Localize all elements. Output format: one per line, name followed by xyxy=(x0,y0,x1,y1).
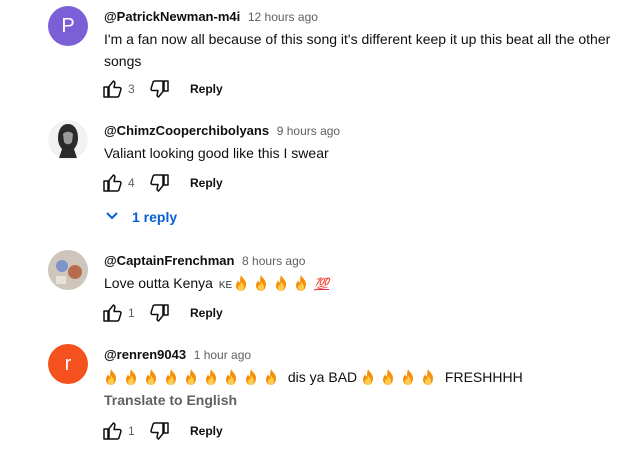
comment-timestamp[interactable]: 12 hours ago xyxy=(248,10,318,24)
fire-emoji xyxy=(274,275,288,291)
thumb-up-icon[interactable] xyxy=(100,171,124,195)
comment-header: @CaptainFrenchman 8 hours ago xyxy=(104,253,305,268)
comment-author[interactable]: @ChimzCooperchibolyans xyxy=(104,123,269,138)
thumb-down-icon[interactable] xyxy=(148,77,172,101)
comment-timestamp[interactable]: 8 hours ago xyxy=(242,254,305,268)
thumb-down-icon[interactable] xyxy=(148,301,172,325)
comment-author[interactable]: @renren9043 xyxy=(104,347,186,362)
comment-text: Valiant looking good like this I swear xyxy=(104,145,329,161)
fire-emoji xyxy=(254,275,268,291)
reply-button[interactable]: Reply xyxy=(190,306,223,320)
comment-text-prefix: Love outta Kenya xyxy=(104,275,213,291)
thumb-down-icon[interactable] xyxy=(148,419,172,443)
fire-emoji xyxy=(294,275,308,291)
comment-header: @renren9043 1 hour ago xyxy=(104,347,251,362)
fire-emoji xyxy=(104,369,118,385)
comment-actions: 1 Reply xyxy=(100,301,223,325)
comment-actions: 1 Reply xyxy=(100,419,223,443)
fire-emoji xyxy=(244,369,258,385)
fire-emoji xyxy=(144,369,158,385)
comment-author[interactable]: @CaptainFrenchman xyxy=(104,253,234,268)
comment-header: @PatrickNewman-m4i 12 hours ago xyxy=(104,9,318,24)
comment-text: Love outta Kenya KE 💯 xyxy=(104,272,614,297)
chevron-down-icon xyxy=(104,207,120,226)
fire-emoji xyxy=(224,369,238,385)
hundred-emoji: 💯 xyxy=(314,277,330,291)
view-replies-button[interactable]: 1 reply xyxy=(104,207,177,226)
thumb-up-icon[interactable] xyxy=(100,77,124,101)
avatar[interactable]: r xyxy=(48,344,88,384)
fire-emoji xyxy=(381,369,395,385)
fire-emoji xyxy=(264,369,278,385)
comment-text-end: FRESHHHH xyxy=(444,369,523,385)
like-count: 1 xyxy=(128,424,135,438)
fire-emoji xyxy=(401,369,415,385)
like-count: 4 xyxy=(128,176,135,190)
comment-text: dis ya BAD FRESHHHH xyxy=(104,366,614,388)
fire-emoji xyxy=(361,369,375,385)
fire-emoji xyxy=(421,369,435,385)
fire-emoji xyxy=(204,369,218,385)
comment-actions: 4 Reply xyxy=(100,171,223,195)
like-count: 1 xyxy=(128,306,135,320)
reply-button[interactable]: Reply xyxy=(190,424,223,438)
fire-emoji xyxy=(164,369,178,385)
fire-emoji xyxy=(184,369,198,385)
avatar[interactable] xyxy=(48,120,88,160)
like-count: 3 xyxy=(128,82,135,96)
thumb-up-icon[interactable] xyxy=(100,301,124,325)
comment-text: I'm a fan now all because of this song i… xyxy=(104,31,611,69)
thumb-down-icon[interactable] xyxy=(148,171,172,195)
comment-timestamp[interactable]: 1 hour ago xyxy=(194,348,251,362)
comment-header: @ChimzCooperchibolyans 9 hours ago xyxy=(104,123,340,138)
avatar-letter: P xyxy=(61,14,75,37)
avatar[interactable]: P xyxy=(48,6,88,46)
comment-timestamp[interactable]: 9 hours ago xyxy=(277,124,340,138)
reply-button[interactable]: Reply xyxy=(190,82,223,96)
flag-emoji: KE xyxy=(218,280,233,291)
fire-emoji xyxy=(234,275,248,291)
thumb-up-icon[interactable] xyxy=(100,419,124,443)
comment-actions: 3 Reply xyxy=(100,77,223,101)
translate-button[interactable]: Translate to English xyxy=(104,392,237,408)
avatar-letter: r xyxy=(64,352,72,375)
fire-emoji xyxy=(124,369,138,385)
reply-button[interactable]: Reply xyxy=(190,176,223,190)
comment-text-mid: dis ya BAD xyxy=(287,369,358,385)
comment-author[interactable]: @PatrickNewman-m4i xyxy=(104,9,240,24)
replies-count-label: 1 reply xyxy=(132,208,178,225)
avatar[interactable] xyxy=(48,250,88,290)
